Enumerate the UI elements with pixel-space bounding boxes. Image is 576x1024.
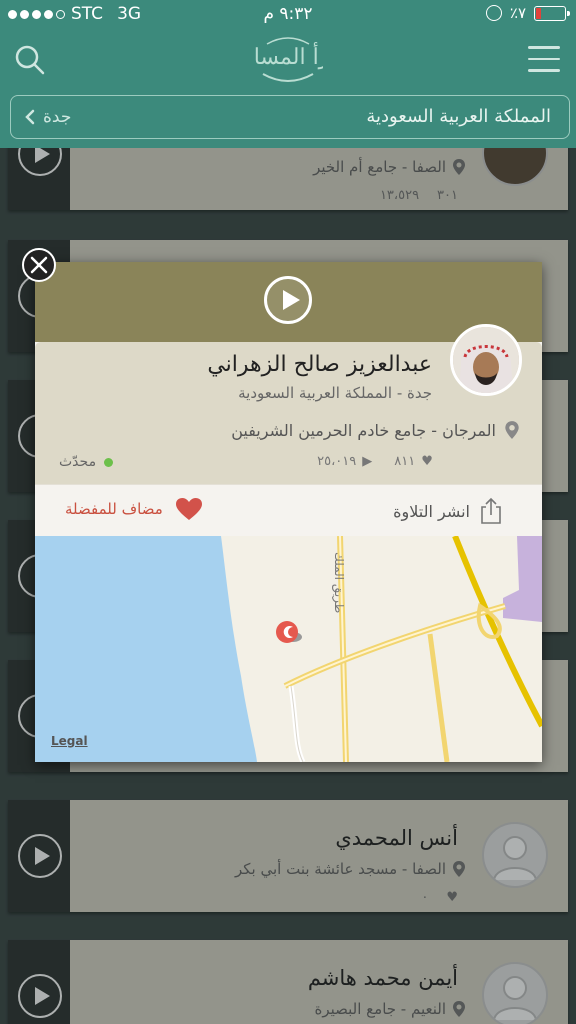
menu-icon[interactable] <box>528 46 560 74</box>
app-logo: أقرأ المساجد <box>229 30 347 90</box>
share-label: انشر التلاوة <box>393 501 470 521</box>
popup-info: عبدالعزيز صالح الزهراني جدة - المملكة ال… <box>35 324 542 484</box>
popup-status-label: محدّث <box>59 454 97 470</box>
status-bar: STC 3G ٩:٣٢ م ٪٧ <box>0 0 576 30</box>
location-pin-icon <box>505 421 519 439</box>
heart-icon <box>175 498 202 520</box>
location-city: جدة <box>43 107 72 127</box>
map-road-label: طريق الملك <box>331 552 346 613</box>
reciter-popup: عبدالعزيز صالح الزهراني جدة - المملكة ال… <box>35 262 542 762</box>
popup-plays: ٢٥،٠١٩ <box>317 454 357 469</box>
share-button[interactable]: انشر التلاوة <box>393 497 502 525</box>
favorite-button[interactable]: مضاف للمفضلة <box>65 497 203 521</box>
mosque-map[interactable]: طريق الملك Legal <box>35 536 542 762</box>
play-icon[interactable] <box>264 276 312 324</box>
close-icon[interactable] <box>22 248 56 282</box>
popup-likes: ٨١١ <box>394 454 416 469</box>
share-icon <box>481 497 501 524</box>
map-canvas[interactable]: طريق الملك <box>35 536 542 762</box>
popup-reciter-city: جدة - المملكة العربية السعودية <box>238 384 432 402</box>
popup-mosque-group[interactable]: المرجان - جامع خادم الحرمين الشريفين <box>231 420 520 440</box>
location-city-group: جدة <box>25 107 71 127</box>
favorite-label: مضاف للمفضلة <box>65 500 163 518</box>
popup-mosque: المرجان - جامع خادم الحرمين الشريفين <box>231 420 496 440</box>
status-right: ٪٧ <box>485 4 570 22</box>
avatar <box>450 324 522 396</box>
popup-stats: ٢٥،٠١٩ ▶ ٨١١ ♥ <box>317 454 433 469</box>
popup-plays-group: ٢٥،٠١٩ ▶ <box>317 454 372 469</box>
app-header: STC 3G ٩:٣٢ م ٪٧ أقرأ المساجد المملكة ال… <box>0 0 576 148</box>
online-dot-icon <box>104 457 114 467</box>
orientation-lock-icon <box>485 5 502 21</box>
popup-status: محدّث <box>59 454 114 470</box>
battery-icon <box>534 5 570 21</box>
map-legal-link[interactable]: Legal <box>51 734 88 748</box>
heart-icon: ♥ <box>421 454 433 469</box>
search-icon[interactable] <box>14 44 46 76</box>
popup-actions: انشر التلاوة مضاف للمفضلة <box>35 484 542 536</box>
chevron-left-icon <box>25 109 35 125</box>
battery-percent: ٪٧ <box>509 4 526 22</box>
logo-text: أقرأ المساجد <box>253 41 323 70</box>
play-count-icon: ▶ <box>362 454 373 469</box>
popup-reciter-name: عبدالعزيز صالح الزهراني <box>207 352 432 377</box>
location-country: المملكة العربية السعودية <box>366 106 551 127</box>
location-selector[interactable]: المملكة العربية السعودية جدة <box>10 95 570 139</box>
popup-likes-group: ٨١١ ♥ <box>394 454 433 469</box>
